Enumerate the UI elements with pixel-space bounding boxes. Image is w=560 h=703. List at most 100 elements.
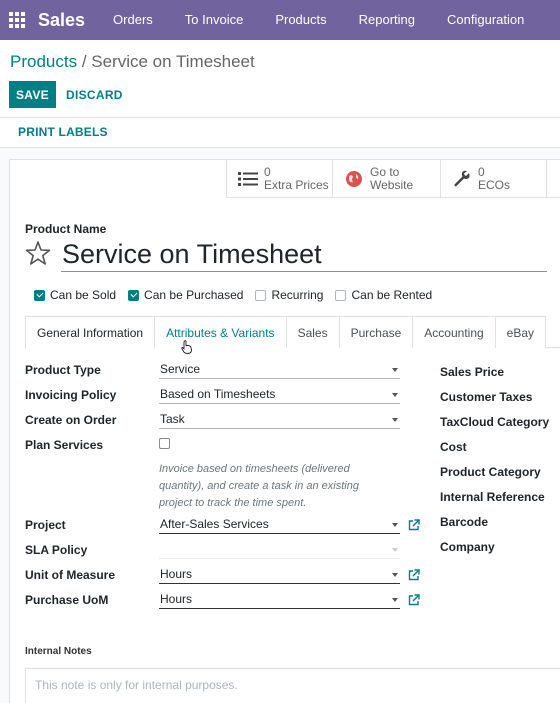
internal-notes-label: Internal Notes (25, 646, 92, 657)
breadcrumb-products-link[interactable]: Products (10, 52, 77, 71)
menu-reporting[interactable]: Reporting (343, 0, 431, 40)
product-category-label: Product Category (440, 465, 541, 479)
caret-down-icon (392, 418, 398, 422)
plan-services-checkbox[interactable] (159, 438, 170, 449)
website-label: Website (370, 177, 414, 192)
external-link-icon[interactable] (408, 569, 420, 581)
ecos-label: ECOs (478, 177, 511, 192)
form-sheet: 0 Extra Prices Go to Website 0 ECOs Product… (9, 159, 560, 703)
project-input[interactable]: After-Sales Services (159, 516, 400, 534)
product-name-label: Product Name (25, 222, 107, 236)
go-to-website-smart-button[interactable]: Go to Website (333, 160, 441, 198)
menu-products[interactable]: Products (259, 0, 342, 40)
sales-price-label: Sales Price (440, 365, 505, 379)
menu-configuration[interactable]: Configuration (431, 0, 540, 40)
top-navbar: Sales Orders To Invoice Products Reporti… (0, 0, 560, 40)
customer-taxes-label: Customer Taxes (440, 390, 533, 404)
wrench-icon (451, 168, 473, 190)
list-icon (237, 168, 259, 190)
extra-prices-label: Extra Prices (264, 177, 329, 192)
external-link-icon[interactable] (408, 594, 420, 606)
caret-down-icon (392, 573, 398, 577)
internal-notes-textarea[interactable]: This note is only for internal purposes. (25, 668, 560, 703)
checkbox-unchecked[interactable] (255, 289, 267, 301)
internal-notes-placeholder: This note is only for internal purposes. (35, 678, 238, 692)
can-be-purchased-checkbox[interactable]: Can be Purchased (128, 288, 243, 302)
recurring-checkbox[interactable]: Recurring (255, 288, 323, 302)
notebook-tabs: General Information Attributes & Variant… (25, 316, 560, 349)
favorite-star-icon[interactable] (25, 240, 51, 266)
invoicing-policy-value: Based on Timesheets (160, 387, 276, 401)
create-on-order-label: Create on Order (25, 413, 117, 427)
print-labels-button[interactable]: PRINT LABELS (18, 125, 108, 139)
extra-prices-smart-button[interactable]: 0 Extra Prices (227, 160, 333, 198)
can-be-purchased-label: Can be Purchased (144, 288, 244, 302)
caret-down-icon (392, 523, 398, 527)
sla-policy-label: SLA Policy (25, 543, 88, 557)
tab-sales[interactable]: Sales (285, 316, 340, 348)
tab-accounting[interactable]: Accounting (412, 316, 496, 348)
invoicing-help-text: Invoice based on timesheets (delivered q… (159, 463, 359, 509)
internal-reference-label: Internal Reference (440, 490, 545, 504)
hand-cursor-icon (181, 340, 193, 354)
purchase-uom-input[interactable]: Hours (159, 591, 400, 609)
project-label: Project (25, 518, 66, 532)
can-be-rented-checkbox[interactable]: Can be Rented (335, 288, 432, 302)
globe-icon (343, 168, 365, 190)
plan-services-label: Plan Services (25, 438, 104, 452)
breadcrumb-current: Service on Timesheet (91, 52, 255, 71)
purchase-uom-value: Hours (160, 592, 193, 606)
sla-policy-value (159, 542, 160, 556)
product-flags: Can be Sold Can be Purchased Recurring C… (34, 288, 444, 302)
app-brand[interactable]: Sales (34, 10, 97, 31)
product-type-value: Service (160, 362, 201, 376)
breadcrumb: Products / Service on Timesheet (10, 52, 255, 72)
tab-attributes-variants[interactable]: Attributes & Variants (154, 316, 287, 348)
menu-to-invoice[interactable]: To Invoice (169, 0, 260, 40)
smart-button-box: 0 Extra Prices Go to Website 0 ECOs (226, 160, 560, 198)
create-on-order-select[interactable]: Task (159, 411, 400, 429)
can-be-sold-label: Can be Sold (50, 288, 117, 302)
can-be-sold-checkbox[interactable]: Can be Sold (34, 288, 116, 302)
save-button[interactable]: SAVE (9, 81, 56, 108)
ecos-count: 0 (478, 164, 485, 179)
cost-label: Cost (440, 440, 467, 454)
company-label: Company (440, 540, 495, 554)
discard-button[interactable]: DISCARD (66, 81, 123, 108)
control-panel: Products / Service on Timesheet SAVE DIS… (0, 40, 560, 118)
extra-prices-count: 0 (264, 164, 271, 179)
checkbox-unchecked[interactable] (335, 289, 347, 301)
tab-ebay[interactable]: eBay (494, 316, 547, 348)
can-be-rented-label: Can be Rented (351, 288, 433, 302)
checkbox-checked[interactable] (34, 289, 45, 301)
more-smart-button[interactable] (547, 160, 560, 198)
caret-down-icon (392, 393, 398, 397)
ecos-smart-button[interactable]: 0 ECOs (441, 160, 547, 198)
menu-orders[interactable]: Orders (97, 0, 169, 40)
create-on-order-value: Task (160, 412, 185, 426)
form-statusbar: PRINT LABELS (0, 118, 560, 148)
go-to-label: Go to (370, 164, 400, 179)
apps-grid-icon[interactable] (0, 0, 34, 40)
product-name-input[interactable]: Service on Timesheet (61, 238, 547, 272)
checkbox-checked[interactable] (128, 289, 140, 301)
caret-down-icon (392, 598, 398, 602)
unit-of-measure-value: Hours (160, 567, 193, 581)
sla-policy-input[interactable] (159, 541, 400, 559)
unit-of-measure-input[interactable]: Hours (159, 566, 400, 584)
product-type-select[interactable]: Service (159, 361, 400, 379)
invoicing-policy-select[interactable]: Based on Timesheets (159, 386, 400, 404)
project-value: After-Sales Services (160, 517, 269, 531)
tab-general-information[interactable]: General Information (25, 316, 156, 349)
invoicing-policy-label: Invoicing Policy (25, 388, 117, 402)
barcode-label: Barcode (440, 515, 489, 529)
external-link-icon[interactable] (408, 519, 420, 531)
tab-purchase[interactable]: Purchase (338, 316, 414, 348)
taxcloud-category-label: TaxCloud Category (440, 415, 550, 429)
caret-down-icon (392, 548, 398, 552)
unit-of-measure-label: Unit of Measure (25, 568, 116, 582)
caret-down-icon (392, 368, 398, 372)
purchase-uom-label: Purchase UoM (25, 593, 109, 607)
product-type-label: Product Type (25, 363, 101, 377)
recurring-label: Recurring (271, 288, 324, 302)
